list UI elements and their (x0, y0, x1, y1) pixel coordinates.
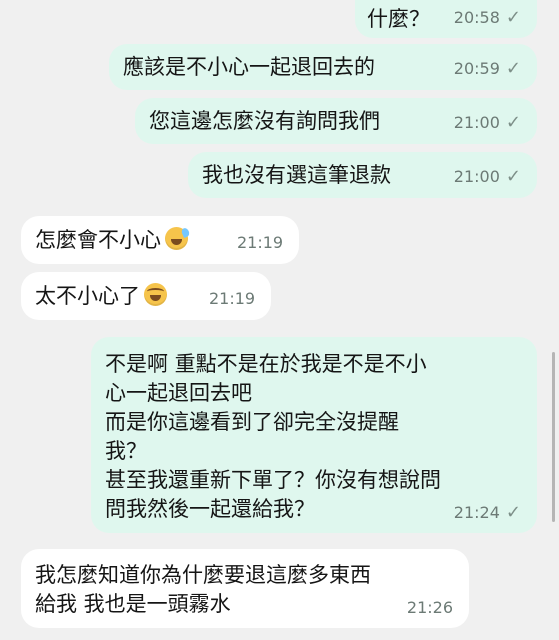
scrollbar[interactable] (552, 352, 555, 522)
message-meta: 21:00 ✓ (454, 113, 521, 133)
message-meta: 20:58 ✓ (454, 8, 521, 28)
outgoing-message-bubble[interactable]: 什麼？ 20:58 ✓ (355, 0, 537, 38)
message-text-line: 問我然後一起還給我？ (105, 497, 315, 521)
message-time: 21:19 (209, 289, 256, 308)
delivered-check-icon: ✓ (505, 166, 521, 187)
message-meta: 21:00 ✓ (454, 167, 521, 187)
grinning-sweat-emoji-icon (165, 227, 188, 250)
message-text: 太不小心了 (35, 282, 167, 310)
message-text-line: 甚至我還重新下單了？你沒有想說問 (105, 468, 441, 492)
message-time: 21:24 (453, 503, 500, 522)
message-time: 20:58 (453, 8, 500, 27)
chat-conversation[interactable]: 什麼？ 20:58 ✓ 應該是不小心一起退回去的 20:59 ✓ 您這邊怎麼沒有詢問… (0, 0, 559, 640)
message-time: 21:26 (406, 598, 453, 617)
message-time: 21:00 (453, 167, 500, 186)
message-text-content: 怎麼會不小心 (35, 228, 161, 252)
delivered-check-icon: ✓ (505, 58, 521, 79)
message-text-line: 不是啊 重點不是在於我是不是不小 (105, 352, 427, 376)
outgoing-message-bubble[interactable]: 我也沒有選這筆退款 21:00 ✓ (188, 152, 537, 198)
rolling-laughing-emoji-icon (144, 283, 167, 306)
delivered-check-icon: ✓ (505, 7, 521, 28)
outgoing-message-bubble[interactable]: 您這邊怎麼沒有詢問我們 21:00 ✓ (135, 98, 537, 144)
message-text-line: 我怎麼知道你為什麼要退這麼多東西 (35, 563, 371, 587)
message-text-line: 我？ (105, 439, 147, 463)
message-text: 應該是不小心一起退回去的 (123, 55, 375, 79)
message-text-line: 心一起退回去吧 (105, 381, 252, 405)
delivered-check-icon: ✓ (505, 112, 521, 133)
message-time: 21:19 (237, 233, 284, 252)
message-meta: 21:24 ✓ (454, 503, 521, 523)
outgoing-message-bubble[interactable]: 應該是不小心一起退回去的 20:59 ✓ (109, 44, 537, 90)
message-text: 什麼？ (367, 7, 430, 31)
message-text: 您這邊怎麼沒有詢問我們 (149, 109, 380, 133)
incoming-message-bubble[interactable]: 怎麼會不小心 21:19 (21, 216, 299, 264)
message-text-content: 太不小心了 (35, 284, 140, 308)
message-time: 20:59 (453, 59, 500, 78)
message-text-line: 給我 我也是一頭霧水 (35, 592, 231, 616)
message-text: 我也沒有選這筆退款 (202, 163, 391, 187)
incoming-message-bubble[interactable]: 太不小心了 21:19 (21, 272, 271, 320)
incoming-message-bubble[interactable]: 我怎麼知道你為什麼要退這麼多東西 給我 我也是一頭霧水 21:26 (21, 549, 469, 628)
message-meta: 20:59 ✓ (454, 59, 521, 79)
outgoing-message-bubble[interactable]: 不是啊 重點不是在於我是不是不小 心一起退回去吧 而是你這邊看到了卻完全沒提醒 … (91, 337, 537, 533)
delivered-check-icon: ✓ (505, 502, 521, 523)
message-time: 21:00 (453, 113, 500, 132)
message-text-line: 而是你這邊看到了卻完全沒提醒 (105, 410, 399, 434)
message-text: 怎麼會不小心 (35, 226, 188, 254)
